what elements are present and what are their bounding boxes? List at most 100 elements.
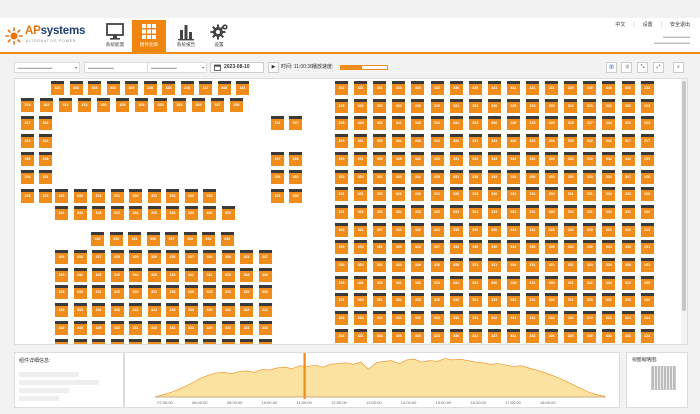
solar-module[interactable]: 338 <box>506 275 520 290</box>
solar-module[interactable]: 329 <box>125 81 138 95</box>
solar-module[interactable]: 332 <box>506 151 520 166</box>
solar-module[interactable]: 330 <box>545 151 559 166</box>
solar-module[interactable]: 333 <box>183 232 197 246</box>
solar-module[interactable]: 333 <box>354 293 368 308</box>
solar-module[interactable]: 330 <box>411 187 425 202</box>
solar-module[interactable]: 325 <box>116 98 129 112</box>
solar-module[interactable]: 326 <box>545 328 559 343</box>
solar-module[interactable]: 331 <box>373 240 387 255</box>
solar-module[interactable]: 330 <box>545 204 559 219</box>
solar-module[interactable]: 330 <box>545 275 559 290</box>
solar-module[interactable]: 330 <box>411 81 425 95</box>
solar-module[interactable]: 331 <box>335 293 348 308</box>
solar-module[interactable]: 333 <box>258 321 272 335</box>
solar-module[interactable]: 337 <box>430 240 444 255</box>
solar-module[interactable]: 331 <box>258 303 272 318</box>
solar-module[interactable]: 328 <box>135 98 148 112</box>
solar-module[interactable]: 333 <box>354 258 368 272</box>
solar-module[interactable]: 332 <box>110 206 124 220</box>
solar-module[interactable]: 332 <box>92 303 105 318</box>
solar-module[interactable]: 329 <box>129 249 142 264</box>
solar-module[interactable]: 330 <box>545 187 559 202</box>
current-time-marker[interactable] <box>303 353 306 399</box>
solar-module[interactable]: 333 <box>129 285 142 300</box>
solar-module[interactable]: 330 <box>392 240 406 255</box>
solar-module[interactable]: 333 <box>430 275 444 290</box>
solar-module[interactable]: 326 <box>271 189 284 203</box>
solar-module[interactable]: 331 <box>240 249 253 264</box>
solar-module[interactable]: 331 <box>468 258 482 272</box>
view-select[interactable]: ▬▬▬▬▬▬ ▾ <box>147 62 207 73</box>
solar-module[interactable]: 330 <box>487 240 501 255</box>
solar-module[interactable]: 333 <box>73 249 87 264</box>
solar-module[interactable]: 332 <box>640 204 654 219</box>
solar-module[interactable]: 333 <box>468 187 482 202</box>
solar-module[interactable]: 333 <box>392 222 406 237</box>
solar-module[interactable]: 330 <box>147 249 161 264</box>
solar-module[interactable]: 333 <box>203 189 216 203</box>
solar-module[interactable]: 331 <box>526 311 539 326</box>
solar-module[interactable]: 330 <box>449 328 463 343</box>
solar-module[interactable]: 322 <box>430 134 444 149</box>
expand-button[interactable]: ⤢ <box>653 62 664 73</box>
solar-module[interactable]: 333 <box>468 151 482 166</box>
solar-module[interactable]: 330 <box>373 134 387 149</box>
solar-module[interactable]: 332 <box>602 187 616 202</box>
solar-module[interactable]: 330 <box>602 258 616 272</box>
solar-module[interactable]: 331 <box>392 204 406 219</box>
solar-module[interactable]: 330 <box>73 321 87 335</box>
solar-module[interactable]: 329 <box>564 81 578 95</box>
solar-module[interactable]: 331 <box>236 81 249 95</box>
logout-link[interactable]: 安全退出 <box>670 21 690 28</box>
solar-module[interactable]: 335 <box>640 275 654 290</box>
solar-module[interactable]: 336 <box>110 303 124 318</box>
solar-module[interactable]: 332 <box>110 321 124 335</box>
solar-module[interactable]: 331 <box>271 116 284 130</box>
solar-module[interactable]: 330 <box>411 98 425 113</box>
solar-module[interactable]: 332 <box>147 321 161 335</box>
solar-module[interactable]: 331 <box>506 328 520 343</box>
solar-module[interactable]: 330 <box>526 240 539 255</box>
solar-module[interactable]: 331 <box>373 293 387 308</box>
solar-module[interactable]: 328 <box>640 169 654 184</box>
solar-module[interactable]: 327 <box>184 249 198 264</box>
solar-module[interactable]: 331 <box>411 311 425 326</box>
solar-module[interactable]: 334 <box>373 328 387 343</box>
solar-module[interactable]: 333 <box>392 81 406 95</box>
solar-module[interactable]: 323 <box>640 116 654 131</box>
solar-module[interactable]: 330 <box>468 222 482 237</box>
solar-module[interactable]: 325 <box>240 338 253 344</box>
solar-module[interactable]: 338 <box>240 267 253 282</box>
solar-module[interactable]: 333 <box>602 222 616 237</box>
solar-module[interactable]: 333 <box>526 116 539 131</box>
solar-module[interactable]: 333 <box>73 206 87 220</box>
solar-module[interactable]: 330 <box>147 338 161 344</box>
solar-module[interactable]: 333 <box>468 311 482 326</box>
solar-module[interactable]: 332 <box>335 169 348 184</box>
solar-module[interactable]: 333 <box>583 169 597 184</box>
search-button[interactable]: ⌕ <box>673 62 684 73</box>
solar-module[interactable]: 323 <box>354 116 368 131</box>
solar-module[interactable]: 332 <box>526 134 539 149</box>
solar-module[interactable]: 332 <box>583 275 597 290</box>
solar-module[interactable]: 331 <box>526 204 539 219</box>
solar-module[interactable]: 324 <box>147 303 161 318</box>
solar-module[interactable]: 330 <box>583 240 597 255</box>
solar-module[interactable]: 331 <box>128 232 141 246</box>
solar-module[interactable]: 322 <box>583 311 597 326</box>
solar-module[interactable]: 331 <box>621 204 635 219</box>
solar-module[interactable]: 333 <box>354 240 368 255</box>
solar-module[interactable]: 333 <box>487 151 501 166</box>
solar-module[interactable]: 332 <box>373 204 387 219</box>
nav-settings[interactable]: 设置 <box>202 20 236 52</box>
solar-module[interactable]: 331 <box>373 169 387 184</box>
solar-module[interactable]: 332 <box>430 81 444 95</box>
solar-module[interactable]: 317 <box>621 134 635 149</box>
solar-module[interactable]: 324 <box>640 328 654 343</box>
solar-module[interactable]: 322 <box>39 134 52 148</box>
solar-module[interactable]: 331 <box>583 187 597 202</box>
solar-module[interactable]: 333 <box>335 275 348 290</box>
solar-module[interactable]: 335 <box>110 249 124 264</box>
solar-module[interactable]: 331 <box>110 189 124 203</box>
solar-module[interactable]: 332 <box>373 311 387 326</box>
